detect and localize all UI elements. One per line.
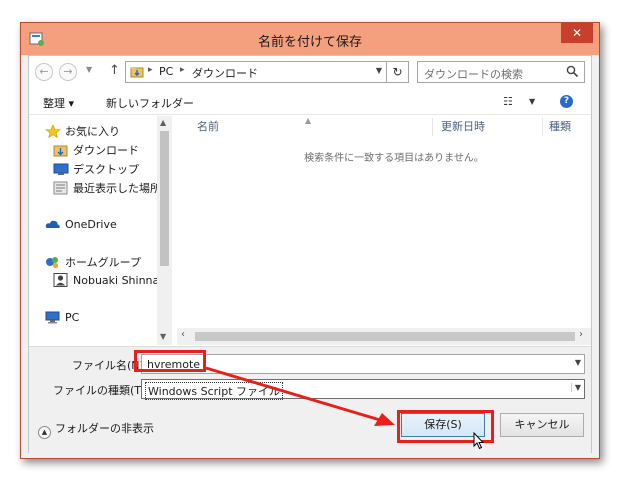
column-header-type[interactable]: 種類 bbox=[543, 118, 591, 136]
column-header-modified[interactable]: 更新日時 bbox=[435, 118, 543, 136]
nav-item-downloads[interactable]: ダウンロード bbox=[53, 142, 139, 160]
address-bar[interactable]: ▸ PC ▸ ダウンロード ▼ bbox=[125, 61, 387, 83]
chevron-down-icon[interactable]: ▼ bbox=[376, 66, 382, 75]
title-bar: 名前を付けて保存 ✕ bbox=[21, 23, 599, 55]
up-button[interactable]: ↑ bbox=[109, 63, 120, 78]
cloud-icon bbox=[45, 220, 60, 228]
folder-icon bbox=[130, 67, 144, 78]
chevron-right-icon[interactable]: ▸ bbox=[180, 65, 185, 75]
hide-folders-label: フォルダーの非表示 bbox=[55, 422, 154, 435]
refresh-button[interactable]: ↻ bbox=[387, 61, 409, 83]
nav-item-pc[interactable]: PC bbox=[45, 310, 79, 328]
user-icon bbox=[53, 273, 68, 287]
scroll-up-icon[interactable]: ▲ bbox=[160, 118, 166, 127]
nav-item-label: Nobuaki Shinna bbox=[73, 274, 160, 287]
nav-item-favorites[interactable]: お気に入り bbox=[45, 123, 120, 141]
nav-item-recent-places[interactable]: 最近表示した場所 bbox=[53, 180, 161, 198]
nav-item-label: お気に入り bbox=[65, 125, 120, 138]
nav-item-label: 最近表示した場所 bbox=[73, 182, 161, 195]
close-button[interactable]: ✕ bbox=[561, 23, 593, 43]
help-icon[interactable]: ? bbox=[560, 95, 573, 108]
nav-item-user[interactable]: Nobuaki Shinna bbox=[53, 273, 159, 291]
chevron-down-icon[interactable]: ▼ bbox=[570, 383, 581, 392]
nav-item-label: ホームグループ bbox=[65, 256, 142, 269]
recent-locations-dropdown-icon[interactable]: ▼ bbox=[86, 65, 92, 74]
filename-highlight bbox=[134, 350, 206, 372]
search-placeholder: ダウンロードの検索 bbox=[424, 68, 523, 81]
nav-item-onedrive[interactable]: OneDrive bbox=[45, 217, 117, 235]
recent-places-icon bbox=[53, 181, 68, 195]
scrollbar-thumb[interactable] bbox=[195, 332, 575, 341]
filetype-value: Windows Script ファイル bbox=[145, 382, 283, 400]
downloads-folder-icon bbox=[53, 145, 68, 157]
nav-item-desktop[interactable]: デスクトップ bbox=[53, 161, 139, 179]
nav-item-label: PC bbox=[65, 311, 80, 324]
window-title: 名前を付けて保存 bbox=[257, 35, 362, 50]
navigation-pane-scrollbar[interactable]: ▲ ▼ bbox=[157, 116, 172, 345]
chevron-down-icon[interactable]: ▼ bbox=[529, 97, 535, 106]
forward-button[interactable]: → bbox=[59, 63, 77, 81]
scroll-down-icon[interactable]: ▼ bbox=[160, 332, 166, 341]
new-folder-button[interactable]: 新しいフォルダー bbox=[106, 95, 194, 111]
save-as-dialog: 名前を付けて保存 ✕ ← → ▼ ↑ ▸ PC ▸ ダウンロード ▼ ↻ ダウン… bbox=[20, 22, 600, 459]
filetype-select[interactable]: Windows Script ファイル ▼ bbox=[141, 379, 585, 400]
dialog-client-area: ← → ▼ ↑ ▸ PC ▸ ダウンロード ▼ ↻ ダウンロードの検索 整理 ▾… bbox=[28, 55, 592, 454]
desktop-icon bbox=[53, 163, 69, 175]
star-icon bbox=[45, 124, 61, 138]
cancel-button[interactable]: キャンセル bbox=[500, 413, 584, 437]
breadcrumb-pc[interactable]: PC bbox=[159, 65, 173, 78]
homegroup-icon bbox=[46, 257, 59, 269]
sort-ascending-icon: ▲ bbox=[305, 116, 312, 125]
chevron-down-icon[interactable]: ▼ bbox=[575, 358, 581, 367]
column-header-name[interactable]: 名前 ▲ bbox=[191, 116, 433, 136]
scroll-left-icon[interactable]: ‹ bbox=[181, 329, 185, 340]
search-input[interactable]: ダウンロードの検索 bbox=[417, 61, 585, 83]
empty-list-message: 検索条件に一致する項目はありません。 bbox=[304, 153, 484, 164]
scrollbar-thumb[interactable] bbox=[160, 131, 169, 266]
breadcrumb-downloads[interactable]: ダウンロード bbox=[192, 65, 258, 81]
chevron-right-icon[interactable]: ▸ bbox=[148, 65, 153, 75]
view-options-icon[interactable]: ☷ bbox=[503, 95, 513, 108]
save-options-panel: ファイル名(N): hvremote ▼ ファイルの種類(T): Windows… bbox=[29, 346, 591, 454]
file-list[interactable]: 名前 ▲ 更新日時 種類 検索条件に一致する項目はありません。 bbox=[177, 116, 591, 345]
search-icon[interactable] bbox=[566, 65, 579, 78]
nav-item-label: ダウンロード bbox=[73, 144, 139, 157]
mouse-cursor-icon bbox=[473, 432, 485, 450]
nav-item-label: デスクトップ bbox=[73, 163, 139, 176]
nav-item-homegroup[interactable]: ホームグループ bbox=[45, 254, 141, 272]
scroll-right-icon[interactable]: › bbox=[579, 329, 583, 340]
computer-icon bbox=[45, 311, 60, 324]
navigation-pane: お気に入り ダウンロード デスクトップ 最近表示した場所 OneDrive ホー… bbox=[29, 116, 177, 345]
back-button[interactable]: ← bbox=[35, 63, 53, 81]
filename-field[interactable]: hvremote ▼ bbox=[141, 354, 585, 374]
organize-menu[interactable]: 整理 ▾ bbox=[43, 95, 74, 111]
command-bar: 整理 ▾ 新しいフォルダー ☷ ▼ ? bbox=[29, 89, 591, 115]
nav-item-label: OneDrive bbox=[65, 218, 117, 231]
file-list-scrollbar[interactable]: ‹ › bbox=[177, 328, 591, 345]
hide-folders-toggle[interactable]: ▲ フォルダーの非表示 bbox=[38, 420, 154, 439]
chevron-up-icon: ▲ bbox=[38, 426, 51, 439]
column-label: 名前 bbox=[197, 120, 219, 133]
filetype-label: ファイルの種類(T): bbox=[53, 384, 150, 397]
